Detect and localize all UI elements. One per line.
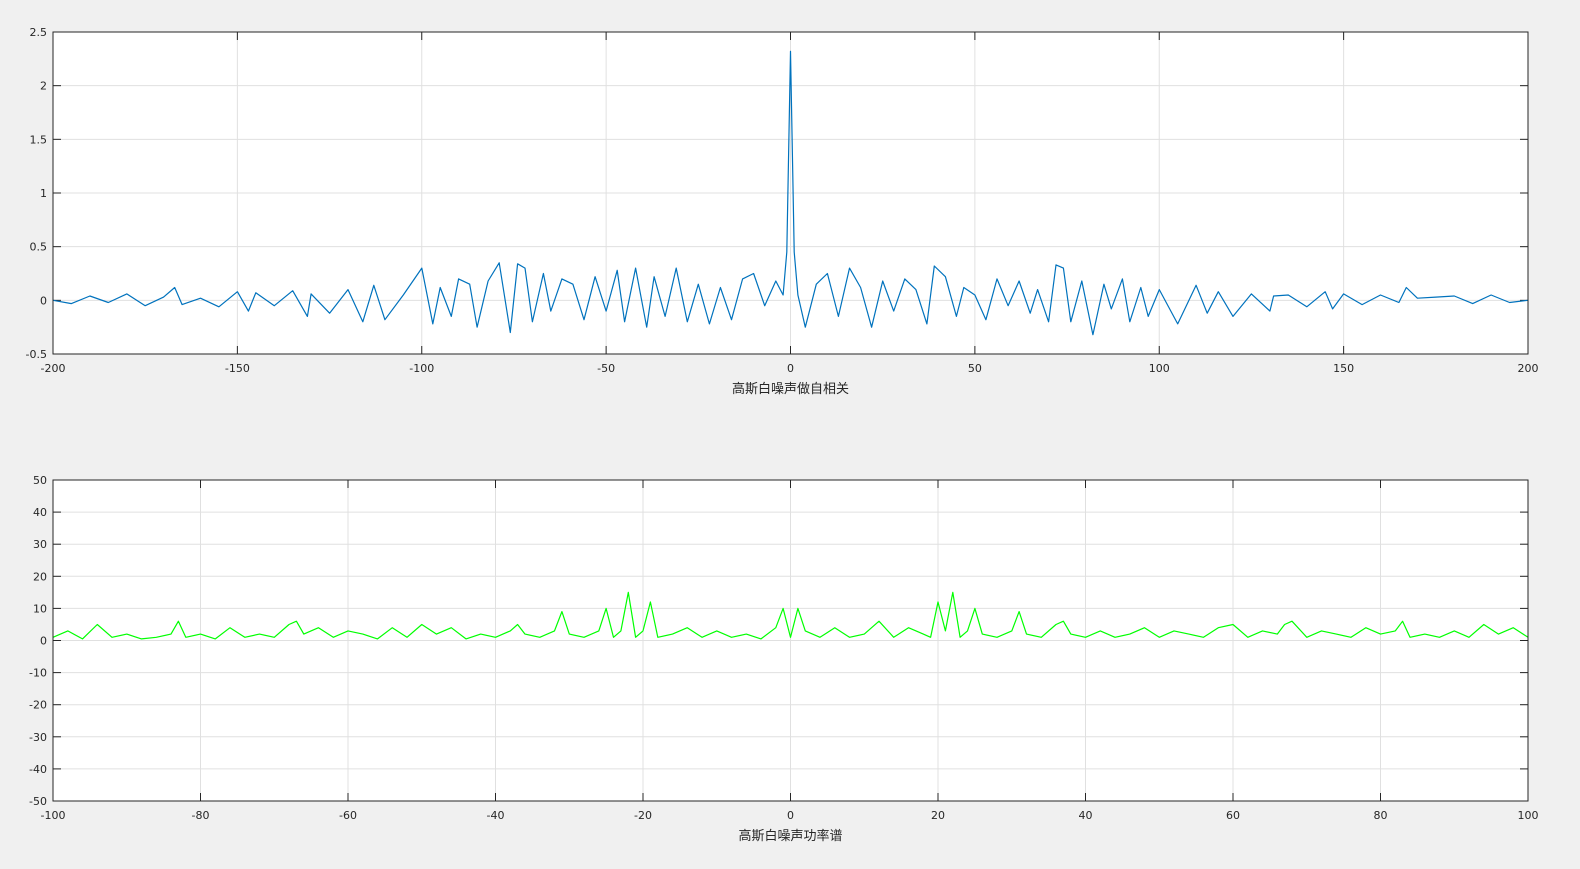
- x-tick-label: 150: [1333, 362, 1354, 375]
- y-tick-label: 2.5: [30, 26, 48, 39]
- x-tick-label: -50: [597, 362, 615, 375]
- y-tick-label: 1: [40, 187, 47, 200]
- y-tick-label: 2: [40, 80, 47, 93]
- x-tick-label: 60: [1226, 809, 1240, 822]
- x-axis-label: 高斯白噪声功率谱: [738, 828, 842, 844]
- y-tick-label: -10: [29, 667, 47, 680]
- x-tick-label: 100: [1149, 362, 1170, 375]
- x-tick-label: -20: [634, 809, 652, 822]
- x-tick-label: 50: [968, 362, 982, 375]
- x-tick-label: -150: [225, 362, 250, 375]
- y-tick-label: 10: [33, 602, 47, 615]
- x-tick-label: 200: [1518, 362, 1539, 375]
- figure-window: -200 -150 -100 -50 0 50 100 150 200 -0.5 0 0.5 1 1.5 2…: [0, 0, 1580, 865]
- power-spectrum-axes[interactable]: -100 -80 -60 -40 -20 0 20 40 60 80 100-50-40-30-20…: [29, 474, 1538, 844]
- x-tick-label: 100: [1518, 809, 1539, 822]
- y-tick-label: 30: [33, 538, 47, 551]
- x-tick-label: -200: [41, 362, 66, 375]
- x-tick-label: 40: [1079, 809, 1093, 822]
- x-tick-label: -40: [487, 809, 505, 822]
- y-tick-label: -30: [29, 731, 47, 744]
- x-tick-label: -100: [409, 362, 434, 375]
- y-tick-label: -40: [29, 763, 47, 776]
- x-axis-label: 高斯白噪声做自相关: [732, 381, 849, 397]
- x-tick-label: 20: [931, 809, 945, 822]
- y-tick-label: -50: [29, 795, 47, 808]
- x-tick-label: 80: [1374, 809, 1388, 822]
- y-tick-label: 20: [33, 570, 47, 583]
- y-tick-label: 1.5: [30, 133, 48, 146]
- y-tick-label: 0: [40, 635, 47, 648]
- y-tick-label: 0.5: [30, 241, 48, 254]
- y-tick-label: 0: [40, 294, 47, 307]
- y-tick-label: 40: [33, 506, 47, 519]
- x-tick-label: 0: [787, 809, 794, 822]
- figure-canvas: -200 -150 -100 -50 0 50 100 150 200-0.500.511.52…: [26, 26, 1539, 844]
- autocorrelation-axes[interactable]: -200 -150 -100 -50 0 50 100 150 200 -0.5 0 0.5 1 1.5 2…: [26, 26, 1539, 397]
- y-tick-label: 50: [33, 474, 47, 487]
- y-tick-label: -20: [29, 699, 47, 712]
- x-tick-label: -80: [192, 809, 210, 822]
- x-tick-label: -60: [339, 809, 357, 822]
- x-tick-label: 0: [787, 362, 794, 375]
- x-tick-label: -100: [41, 809, 66, 822]
- y-tick-label: -0.5: [26, 348, 47, 361]
